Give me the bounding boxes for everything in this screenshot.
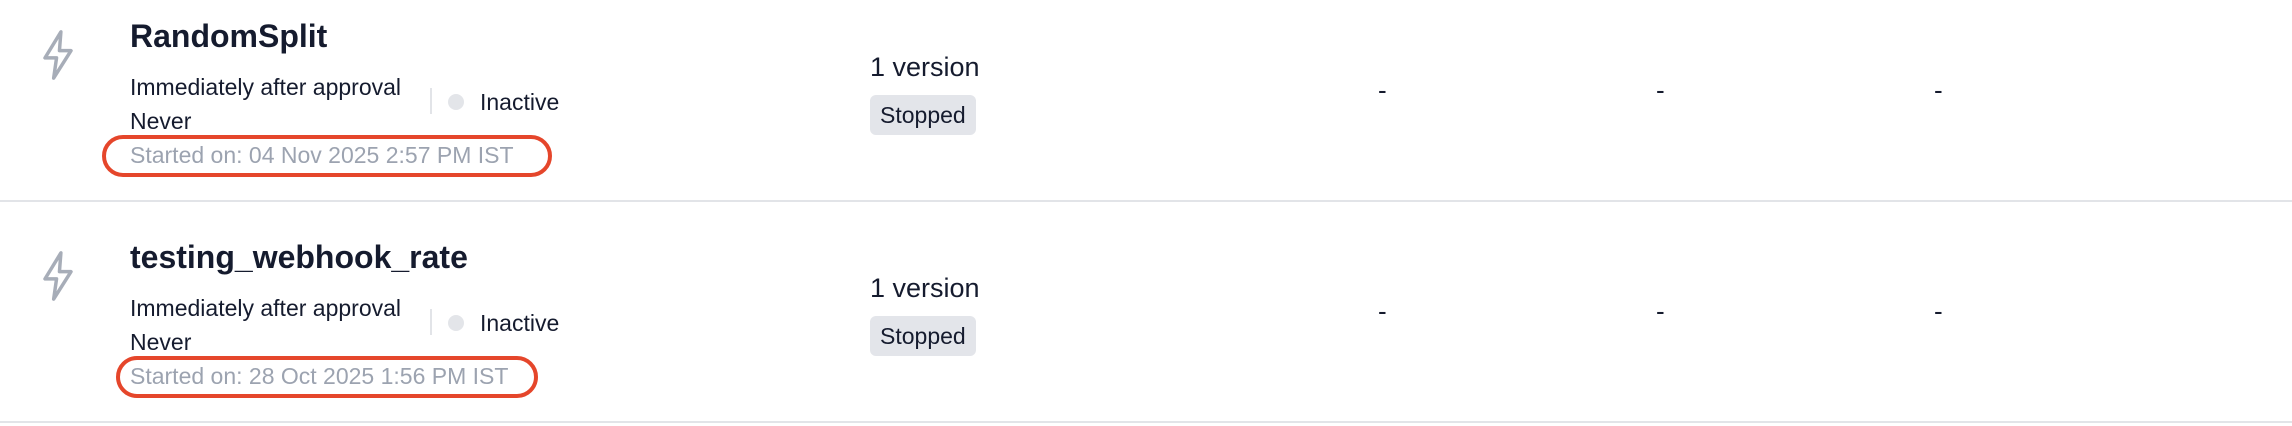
version-count[interactable]: 1 version: [870, 52, 980, 83]
status-badge: Stopped: [870, 316, 976, 356]
schedule-start: Immediately after approval: [130, 295, 402, 321]
status-label: Inactive: [480, 88, 560, 115]
highlight-annotation: [102, 135, 552, 177]
divider: [430, 309, 432, 335]
metric-cell: -: [1378, 296, 1387, 326]
metric-cell: -: [1934, 75, 1943, 105]
schedule: Immediately after approval Never: [130, 70, 401, 138]
version-count[interactable]: 1 version: [870, 273, 980, 304]
schedule-end: Never: [130, 329, 192, 355]
metric-cell: -: [1656, 296, 1665, 326]
lightning-bolt-icon: [43, 251, 73, 301]
schedule-end: Never: [130, 108, 192, 134]
metric-cell: -: [1656, 75, 1665, 105]
list-item[interactable]: testing_webhook_rate Immediately after a…: [0, 221, 2292, 423]
divider: [430, 88, 432, 114]
schedule-start: Immediately after approval: [130, 74, 402, 100]
status-indicator: Inactive: [448, 309, 559, 337]
flow-list: RandomSplit Immediately after approval N…: [0, 0, 2292, 426]
metric-cell: -: [1378, 75, 1387, 105]
lightning-bolt-icon: [43, 30, 73, 80]
highlight-annotation: [116, 356, 538, 398]
status-dot: [448, 315, 464, 331]
flow-name[interactable]: RandomSplit: [130, 18, 327, 55]
metric-cell: -: [1934, 296, 1943, 326]
flow-name[interactable]: testing_webhook_rate: [130, 239, 468, 276]
status-badge: Stopped: [870, 95, 976, 135]
list-item[interactable]: RandomSplit Immediately after approval N…: [0, 0, 2292, 202]
schedule: Immediately after approval Never: [130, 291, 401, 359]
status-dot: [448, 94, 464, 110]
status-label: Inactive: [480, 309, 560, 336]
status-indicator: Inactive: [448, 88, 559, 116]
